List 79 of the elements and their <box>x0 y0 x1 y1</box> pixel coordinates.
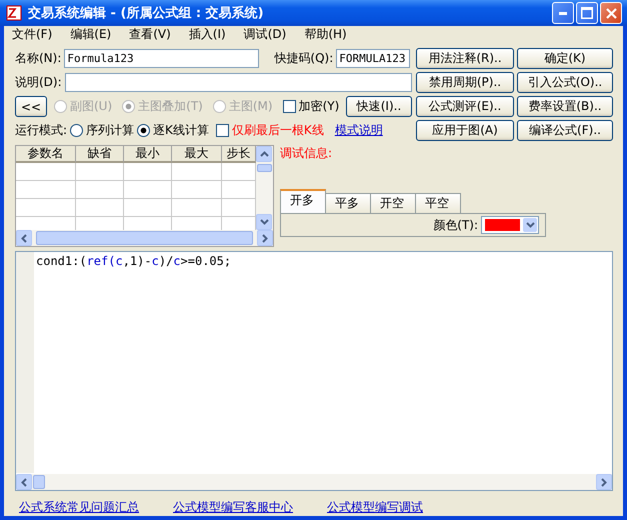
table-cell <box>172 181 222 199</box>
menu-item[interactable]: 编辑(E) <box>68 26 120 43</box>
run-mode-radio[interactable]: 逐K线计算 <box>137 122 209 139</box>
column-header: 步长 <box>222 146 256 163</box>
vertical-scrollbar[interactable] <box>256 146 273 230</box>
menu-item[interactable]: 文件(F) <box>10 26 60 43</box>
debug-info-label: 调试信息: <box>280 145 334 162</box>
mode-help-link[interactable]: 模式说明 <box>334 122 383 139</box>
column-header: 缺省 <box>76 146 124 163</box>
menu-item[interactable]: 帮助(H) <box>302 26 355 43</box>
table-cell <box>16 199 76 217</box>
dropdown-button[interactable] <box>523 218 537 232</box>
close-button[interactable] <box>600 2 622 24</box>
action-button[interactable]: 费率设置(B).. <box>517 96 613 117</box>
editor-scrollbar[interactable] <box>16 474 612 490</box>
description-label: 说明(D): <box>15 74 62 91</box>
name-field[interactable]: Formula123 <box>64 49 260 68</box>
app-icon <box>6 5 22 21</box>
table-cell <box>76 199 124 217</box>
scroll-thumb[interactable] <box>257 164 272 172</box>
color-label: 颜色(T): <box>433 216 478 234</box>
horizontal-scrollbar[interactable] <box>16 230 273 246</box>
window-title: 交易系统编辑 - (所属公式组 : 交易系统) <box>28 4 265 22</box>
collapse-button[interactable]: << <box>15 96 47 117</box>
action-button[interactable]: 编译公式(F).. <box>517 120 613 141</box>
help-link[interactable]: 公式系统常见问题汇总 <box>19 499 139 516</box>
scroll-right-button[interactable] <box>257 230 273 246</box>
table-cell <box>76 181 124 199</box>
scroll-thumb[interactable] <box>33 475 45 489</box>
action-button[interactable]: 应用于图(A) <box>416 120 514 141</box>
scroll-thumb[interactable] <box>36 231 253 245</box>
radio-circle[interactable] <box>70 124 84 137</box>
scroll-right-button[interactable] <box>596 474 612 490</box>
code-editor[interactable]: cond1:(ref(c,1)-c)/c>=0.05; <box>15 251 613 491</box>
minimize-button[interactable] <box>552 2 574 24</box>
signal-tab[interactable]: 开空 <box>370 193 416 213</box>
shortcut-field[interactable]: FORMULA123 <box>336 49 410 68</box>
radio-circle[interactable] <box>137 124 150 137</box>
name-label: 名称(N): <box>15 50 62 67</box>
help-link[interactable]: 公式模型编写客服中心 <box>173 499 293 516</box>
minimize-icon <box>559 12 567 14</box>
action-button[interactable]: 公式测评(E).. <box>416 96 514 117</box>
encrypt-checkbox[interactable]: 加密(Y) <box>282 98 340 115</box>
scroll-up-button[interactable] <box>256 146 272 162</box>
maximize-button[interactable] <box>576 2 598 24</box>
run-mode-label: 运行模式: <box>15 122 68 139</box>
quick-button[interactable]: 快速(I).. <box>346 96 412 117</box>
shortcut-label: 快捷码(Q): <box>274 50 334 67</box>
column-header: 参数名 <box>16 146 76 163</box>
table-cell <box>124 163 172 181</box>
scroll-down-button[interactable] <box>256 214 272 230</box>
close-icon <box>606 8 616 18</box>
code-line: cond1:(ref(c,1)-c)/c>=0.05; <box>35 253 232 270</box>
menu-item[interactable]: 查看(V) <box>127 26 179 43</box>
column-header: 最大 <box>172 146 222 163</box>
action-button[interactable]: 确定(K) <box>517 48 613 69</box>
menu-item[interactable]: 调试(D) <box>242 26 294 43</box>
action-button[interactable]: 引入公式(O).. <box>517 72 613 93</box>
menu-item[interactable]: 插入(I) <box>186 26 234 43</box>
description-field[interactable] <box>64 73 412 92</box>
table-cell <box>172 163 222 181</box>
table-cell <box>172 199 222 217</box>
scroll-left-button[interactable] <box>16 230 32 246</box>
signal-tab[interactable]: 平空 <box>415 193 461 213</box>
color-dropdown[interactable] <box>481 216 539 234</box>
table-cell <box>16 163 76 181</box>
table-cell <box>124 181 172 199</box>
scroll-left-button[interactable] <box>16 474 32 490</box>
table-cell <box>76 163 124 181</box>
action-button[interactable]: 用法注释(R).. <box>416 48 514 69</box>
table-cell <box>16 181 76 199</box>
run-mode-radio[interactable]: 序列计算 <box>70 122 134 139</box>
column-header: 最小 <box>124 146 172 163</box>
signal-tab[interactable]: 开多 <box>280 189 326 213</box>
maximize-icon <box>581 7 593 19</box>
table-cell <box>124 199 172 217</box>
help-link[interactable]: 公式模型编写调试 <box>327 499 423 516</box>
signal-tab[interactable]: 平多 <box>325 193 371 213</box>
action-button[interactable]: 禁用周期(P).. <box>416 72 514 93</box>
